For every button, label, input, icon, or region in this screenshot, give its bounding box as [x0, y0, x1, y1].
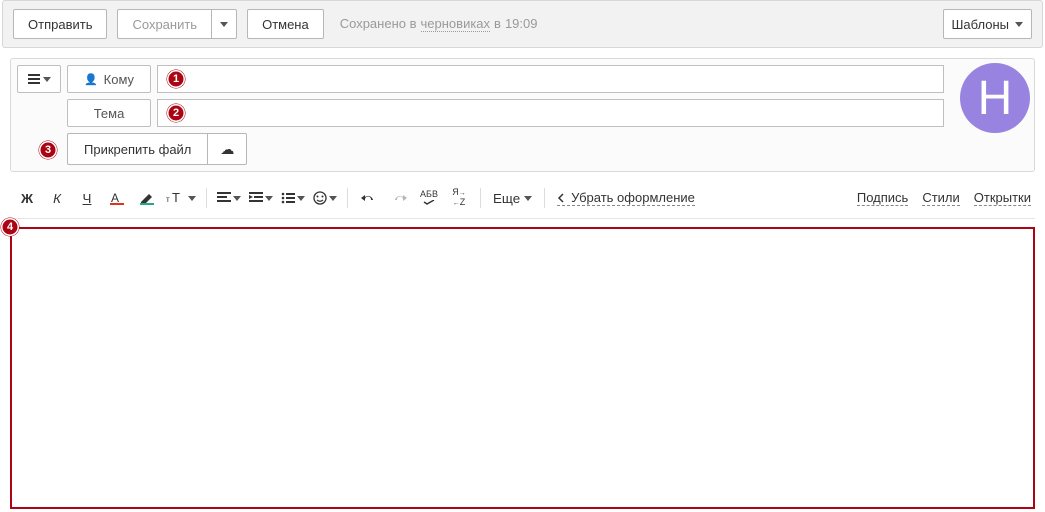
caret-down-icon [524, 196, 532, 201]
indent-icon [249, 192, 263, 204]
separator [544, 188, 545, 208]
indent-button[interactable] [247, 186, 275, 210]
subject-label-button[interactable]: Тема [67, 99, 151, 127]
compose-options-button[interactable] [17, 65, 61, 93]
to-label-button[interactable]: 👤 Кому [67, 65, 151, 93]
postcards-link[interactable]: Открытки [974, 190, 1031, 206]
font-size-button[interactable]: тТ [164, 186, 198, 210]
text-color-icon: A [109, 190, 125, 206]
highlight-button[interactable] [134, 186, 160, 210]
underline-button[interactable]: Ч [74, 186, 100, 210]
format-toolbar: Ж К Ч A тТ [10, 182, 1035, 219]
separator [206, 188, 207, 208]
templates-label: Шаблоны [952, 17, 1010, 32]
person-icon: 👤 [84, 73, 98, 86]
abv-label: АБВ [420, 189, 438, 199]
to-input[interactable] [157, 65, 944, 93]
hamburger-icon [28, 74, 40, 84]
styles-link[interactable]: Стили [922, 190, 959, 206]
svg-text:A: A [111, 191, 119, 205]
message-body-editor[interactable] [10, 227, 1035, 509]
annotation-badge-2: 2 [167, 104, 185, 122]
caret-down-icon [265, 196, 273, 201]
avatar: Н [960, 63, 1030, 133]
separator [480, 188, 481, 208]
list-button[interactable] [279, 186, 307, 210]
to-label-text: Кому [104, 72, 134, 87]
caret-down-icon [43, 77, 51, 82]
attach-file-button[interactable]: Прикрепить файл [67, 133, 207, 165]
subject-input[interactable] [157, 99, 944, 127]
highlight-icon [139, 190, 155, 206]
compose-header: Н 👤 Кому Тема Прикрепить файл ☁ 1 2 3 [10, 58, 1035, 172]
avatar-letter: Н [978, 71, 1013, 126]
text-color-button[interactable]: A [104, 186, 130, 210]
undo-icon [361, 192, 377, 204]
templates-button[interactable]: Шаблоны [943, 9, 1033, 39]
align-icon [217, 192, 231, 204]
clear-formatting-button[interactable]: Убрать оформление [557, 190, 695, 206]
spacer [17, 99, 61, 127]
signature-link[interactable]: Подпись [857, 190, 908, 206]
caret-down-icon [1015, 22, 1023, 27]
spellcheck-button[interactable]: АБВ [416, 186, 442, 210]
translit-bottom: Z [460, 197, 466, 207]
annotation-badge-1: 1 [167, 70, 185, 88]
top-toolbar: Отправить Сохранить Отмена Сохранено в ч… [2, 0, 1043, 48]
svg-text:т: т [166, 195, 170, 204]
undo-button[interactable] [356, 186, 382, 210]
font-size-icon: тТ [166, 190, 186, 206]
save-status: Сохранено в черновиках в 19:09 [340, 16, 538, 32]
more-button[interactable]: Еще [489, 186, 536, 210]
spellcheck-icon: АБВ [420, 190, 438, 206]
annotation-badge-3: 3 [39, 141, 57, 159]
chevron-left-icon [557, 193, 565, 203]
caret-down-icon [329, 196, 337, 201]
redo-icon [391, 192, 407, 204]
translit-button[interactable]: Я→ ←Z [446, 186, 472, 210]
subject-label-text: Тема [94, 106, 125, 121]
more-label: Еще [493, 191, 520, 206]
caret-down-icon [233, 196, 241, 201]
caret-down-icon [220, 22, 228, 27]
attach-row: Прикрепить файл ☁ [67, 133, 1028, 165]
emoji-button[interactable] [311, 186, 339, 210]
translit-icon: Я→ ←Z [452, 188, 466, 208]
attach-cloud-button[interactable]: ☁ [207, 133, 247, 165]
save-status-prefix: Сохранено в [340, 16, 417, 31]
cloud-icon: ☁ [220, 141, 234, 158]
save-button[interactable]: Сохранить [117, 9, 211, 39]
bold-button[interactable]: Ж [14, 186, 40, 210]
italic-button[interactable]: К [44, 186, 70, 210]
caret-down-icon [297, 196, 305, 201]
caret-down-icon [188, 196, 196, 201]
separator [347, 188, 348, 208]
right-links: Подпись Стили Открытки [857, 190, 1031, 206]
save-status-mid: в [494, 16, 501, 31]
cancel-button[interactable]: Отмена [247, 9, 324, 39]
clear-formatting-label: Убрать оформление [571, 190, 695, 205]
send-button[interactable]: Отправить [13, 9, 107, 39]
save-button-group: Сохранить [117, 9, 237, 39]
svg-text:Т: Т [172, 190, 180, 205]
redo-button[interactable] [386, 186, 412, 210]
save-dropdown-toggle[interactable] [211, 9, 237, 39]
list-icon [281, 192, 295, 204]
editor-wrap: 4 [10, 227, 1035, 512]
templates-button-group: Шаблоны [943, 9, 1033, 39]
smiley-icon [313, 191, 327, 205]
drafts-link[interactable]: черновиках [421, 16, 491, 32]
align-button[interactable] [215, 186, 243, 210]
save-status-time: 19:09 [505, 16, 538, 31]
annotation-badge-4: 4 [1, 218, 19, 236]
